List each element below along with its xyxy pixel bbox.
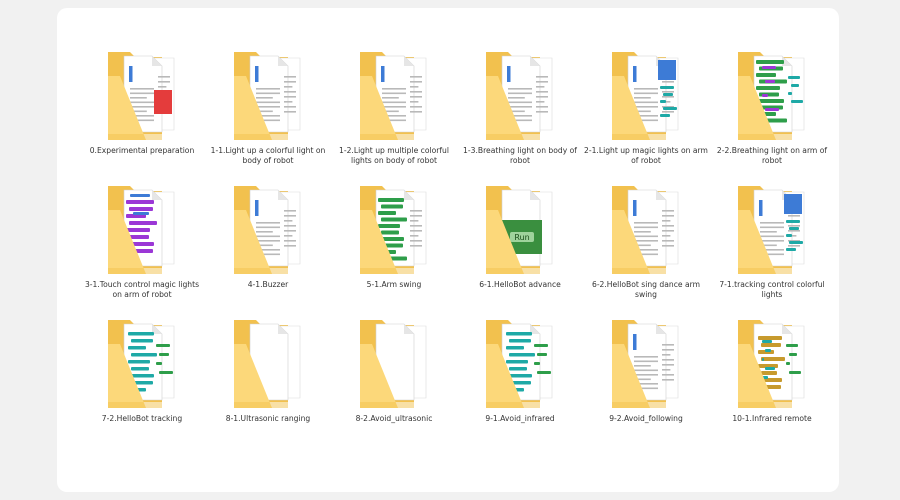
folder-item[interactable]: 3-1.Touch control magic lights on arm of…	[79, 180, 205, 299]
folder-label: 7-1.tracking control colorful lights	[719, 280, 825, 299]
folder-item[interactable]: 8-1.Ultrasonic ranging	[205, 314, 331, 432]
folder-label: 1-3.Breathing light on body of robot	[463, 146, 577, 165]
folder-icon	[354, 314, 434, 408]
folder-icon	[606, 46, 686, 140]
folder-item[interactable]: 9-2.Avoid_following	[583, 314, 709, 432]
folder-item[interactable]: 5-1.Arm swing	[331, 180, 457, 298]
folder-label: 5-1.Arm swing	[366, 280, 422, 289]
folder-icon	[354, 180, 434, 274]
folder-icon	[228, 314, 308, 408]
folder-item[interactable]: 2-1.Light up magic lights on arm of robo…	[583, 46, 709, 165]
folder-label: 7-2.HelloBot tracking	[101, 414, 183, 423]
folder-label: 3-1.Touch control magic lights on arm of…	[84, 280, 200, 299]
folder-icon: Run	[480, 180, 560, 274]
folder-label: 2-1.Light up magic lights on arm of robo…	[584, 146, 708, 165]
folder-label: 1-2.Light up multiple colorful lights on…	[339, 146, 449, 165]
folder-item[interactable]: 1-3.Breathing light on body of robot	[457, 46, 583, 165]
folder-item[interactable]: 1-2.Light up multiple colorful lights on…	[331, 46, 457, 165]
folder-item[interactable]: 8-2.Avoid_ultrasonic	[331, 314, 457, 432]
folder-icon	[228, 46, 308, 140]
run-label: Run	[514, 233, 529, 242]
folder-icon	[606, 180, 686, 274]
folder-label: 8-1.Ultrasonic ranging	[225, 414, 311, 423]
folder-icon	[102, 46, 182, 140]
folder-icon	[606, 314, 686, 408]
folder-label: 0.Experimental preparation	[89, 146, 195, 155]
folder-icon	[228, 180, 308, 274]
folder-label: 8-2.Avoid_ultrasonic	[355, 414, 433, 423]
folder-label: 9-1.Avoid_infrared	[485, 414, 555, 423]
folder-icon	[354, 46, 434, 140]
folder-item[interactable]: 9-1.Avoid_infrared	[457, 314, 583, 432]
folder-label: 9-2.Avoid_following	[609, 414, 683, 423]
folder-icon	[102, 180, 182, 274]
folder-item[interactable]: 0.Experimental preparation	[79, 46, 205, 164]
folder-item[interactable]: 4-1.Buzzer	[205, 180, 331, 298]
folder-label: 1-1.Light up a colorful light on body of…	[210, 146, 326, 165]
folder-item[interactable]: 1-1.Light up a colorful light on body of…	[205, 46, 331, 165]
folder-item[interactable]: 10-1.Infrared remote	[709, 314, 835, 432]
folder-label: 10-1.Infrared remote	[732, 414, 812, 423]
folder-item[interactable]: 7-2.HelloBot tracking	[79, 314, 205, 432]
folder-item[interactable]: 6-2.HelloBot sing dance arm swing	[583, 180, 709, 299]
folder-label: 2-2.Breathing light on arm of robot	[716, 146, 828, 165]
folder-icon	[732, 180, 812, 274]
folder-label: 6-1.HelloBot advance	[479, 280, 561, 289]
folder-icon	[732, 46, 812, 140]
folder-icon	[102, 314, 182, 408]
folder-item[interactable]: Run 6-1.HelloBot advance	[457, 180, 583, 298]
folder-item[interactable]: 7-1.tracking control colorful lights	[709, 180, 835, 299]
folder-item[interactable]: 2-2.Breathing light on arm of robot	[709, 46, 835, 165]
folder-label: 6-2.HelloBot sing dance arm swing	[591, 280, 700, 299]
folder-icon	[480, 46, 560, 140]
folder-icon	[480, 314, 560, 408]
folder-grid: 0.Experimental preparation 1-1.Light up a…	[57, 46, 861, 432]
file-explorer-panel: 0.Experimental preparation 1-1.Light up a…	[57, 8, 839, 492]
folder-label: 4-1.Buzzer	[247, 280, 289, 289]
folder-icon	[732, 314, 812, 408]
